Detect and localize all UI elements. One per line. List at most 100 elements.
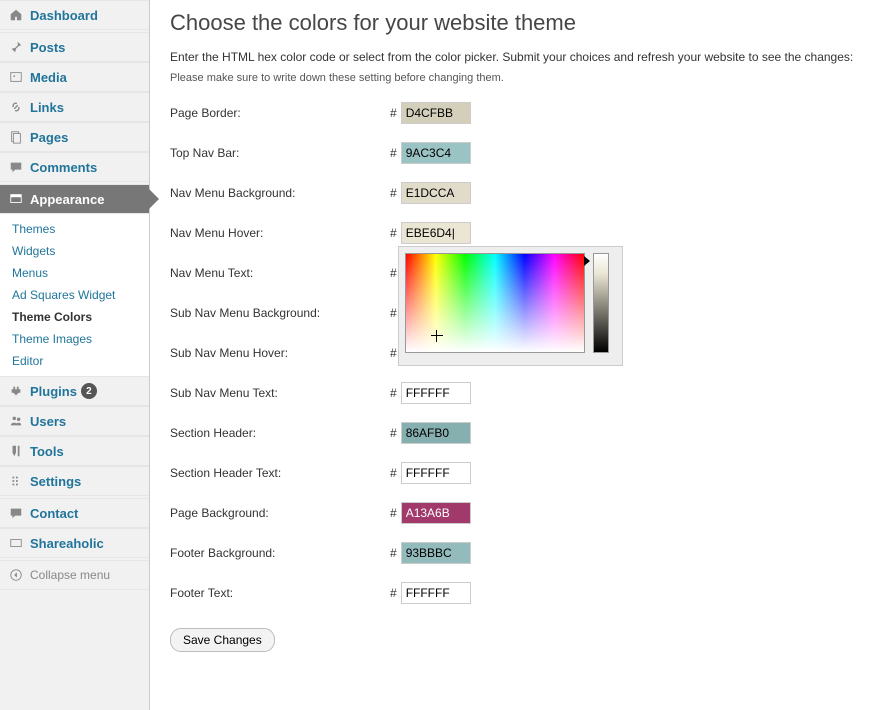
color-row: Footer Text:# [170, 582, 873, 604]
color-row: Sub Nav Menu Text:# [170, 382, 873, 404]
color-label: Nav Menu Text: [170, 266, 390, 280]
hash-prefix: # [390, 546, 397, 560]
home-icon [8, 7, 24, 23]
sidebar-item-media[interactable]: Media [0, 62, 149, 92]
sidebar-label: Tools [30, 444, 64, 459]
submenu-themes[interactable]: Themes [0, 218, 149, 240]
save-button[interactable]: Save Changes [170, 628, 275, 652]
submenu-theme-colors[interactable]: Theme Colors [0, 306, 149, 328]
hash-prefix: # [390, 506, 397, 520]
submenu-menus[interactable]: Menus [0, 262, 149, 284]
sidebar-label: Appearance [30, 192, 104, 207]
color-label: Section Header Text: [170, 466, 390, 480]
comment-icon [8, 159, 24, 175]
color-label: Nav Menu Hover: [170, 226, 390, 240]
sidebar-item-plugins[interactable]: Plugins 2 [0, 376, 149, 406]
color-input[interactable] [401, 102, 471, 124]
media-icon [8, 69, 24, 85]
pin-icon [8, 39, 24, 55]
submenu-widgets[interactable]: Widgets [0, 240, 149, 262]
color-row: Section Header:# [170, 422, 873, 444]
color-row: Top Nav Bar:# [170, 142, 873, 164]
sidebar-item-users[interactable]: Users [0, 406, 149, 436]
hash-prefix: # [390, 226, 397, 240]
color-label: Nav Menu Background: [170, 186, 390, 200]
page-title: Choose the colors for your website theme [170, 10, 873, 36]
color-input[interactable] [401, 382, 471, 404]
color-input[interactable] [401, 142, 471, 164]
sidebar-item-appearance[interactable]: Appearance [0, 184, 149, 214]
sidebar-item-shareaholic[interactable]: Shareaholic [0, 528, 149, 558]
tools-icon [8, 443, 24, 459]
hash-prefix: # [390, 386, 397, 400]
sidebar-label: Media [30, 70, 67, 85]
color-label: Section Header: [170, 426, 390, 440]
plugin-icon [8, 383, 24, 399]
sidebar-item-pages[interactable]: Pages [0, 122, 149, 152]
color-input[interactable] [401, 462, 471, 484]
sidebar-label: Links [30, 100, 64, 115]
hash-prefix: # [390, 306, 397, 320]
sidebar-item-contact[interactable]: Contact [0, 498, 149, 528]
share-icon [8, 535, 24, 551]
color-label: Page Background: [170, 506, 390, 520]
active-arrow-icon [149, 189, 159, 209]
color-label: Footer Text: [170, 586, 390, 600]
color-input[interactable] [401, 182, 471, 204]
sidebar-item-comments[interactable]: Comments [0, 152, 149, 182]
plugin-badge: 2 [81, 383, 97, 399]
picker-arrow-icon [584, 256, 590, 266]
sidebar-label: Dashboard [30, 8, 98, 23]
sidebar-label: Contact [30, 506, 78, 521]
picker-crosshair-icon [431, 330, 443, 342]
appearance-icon [8, 191, 24, 207]
color-label: Footer Background: [170, 546, 390, 560]
sidebar-item-posts[interactable]: Posts [0, 32, 149, 62]
submenu-theme-images[interactable]: Theme Images [0, 328, 149, 350]
appearance-submenu: Themes Widgets Menus Ad Squares Widget T… [0, 214, 149, 376]
submenu-editor[interactable]: Editor [0, 350, 149, 372]
sidebar-label: Users [30, 414, 66, 429]
color-input[interactable] [401, 422, 471, 444]
color-label: Top Nav Bar: [170, 146, 390, 160]
hash-prefix: # [390, 426, 397, 440]
color-input[interactable] [401, 222, 471, 244]
color-label: Sub Nav Menu Background: [170, 306, 390, 320]
sidebar-item-settings[interactable]: Settings [0, 466, 149, 496]
picker-lightness[interactable] [593, 253, 609, 353]
submenu-ad-squares[interactable]: Ad Squares Widget [0, 284, 149, 306]
sidebar-label: Posts [30, 40, 65, 55]
sidebar-item-dashboard[interactable]: Dashboard [0, 0, 149, 30]
sidebar-label: Pages [30, 130, 68, 145]
color-row: Page Background:# [170, 502, 873, 524]
color-row: Nav Menu Hover:# [170, 222, 873, 244]
hash-prefix: # [390, 106, 397, 120]
hash-prefix: # [390, 146, 397, 160]
hash-prefix: # [390, 466, 397, 480]
sidebar-label: Plugins [30, 384, 77, 399]
sidebar-item-links[interactable]: Links [0, 92, 149, 122]
page-description: Enter the HTML hex color code or select … [170, 50, 873, 64]
sidebar-label: Collapse menu [30, 568, 110, 582]
color-row: Footer Background:# [170, 542, 873, 564]
collapse-icon [8, 567, 24, 583]
page-icon [8, 129, 24, 145]
color-input[interactable] [401, 502, 471, 524]
hash-prefix: # [390, 346, 397, 360]
sidebar-label: Settings [30, 474, 81, 489]
color-label: Page Border: [170, 106, 390, 120]
color-label: Sub Nav Menu Hover: [170, 346, 390, 360]
color-row: Section Header Text:# [170, 462, 873, 484]
hash-prefix: # [390, 186, 397, 200]
admin-sidebar: Dashboard Posts Media Links Pages Commen… [0, 0, 150, 710]
color-input[interactable] [401, 542, 471, 564]
color-input[interactable] [401, 582, 471, 604]
hash-prefix: # [390, 266, 397, 280]
sidebar-collapse[interactable]: Collapse menu [0, 560, 149, 590]
sidebar-label: Comments [30, 160, 97, 175]
picker-spectrum[interactable] [405, 253, 585, 353]
color-label: Sub Nav Menu Text: [170, 386, 390, 400]
color-picker[interactable] [398, 246, 623, 366]
color-row: Nav Menu Background:# [170, 182, 873, 204]
sidebar-item-tools[interactable]: Tools [0, 436, 149, 466]
